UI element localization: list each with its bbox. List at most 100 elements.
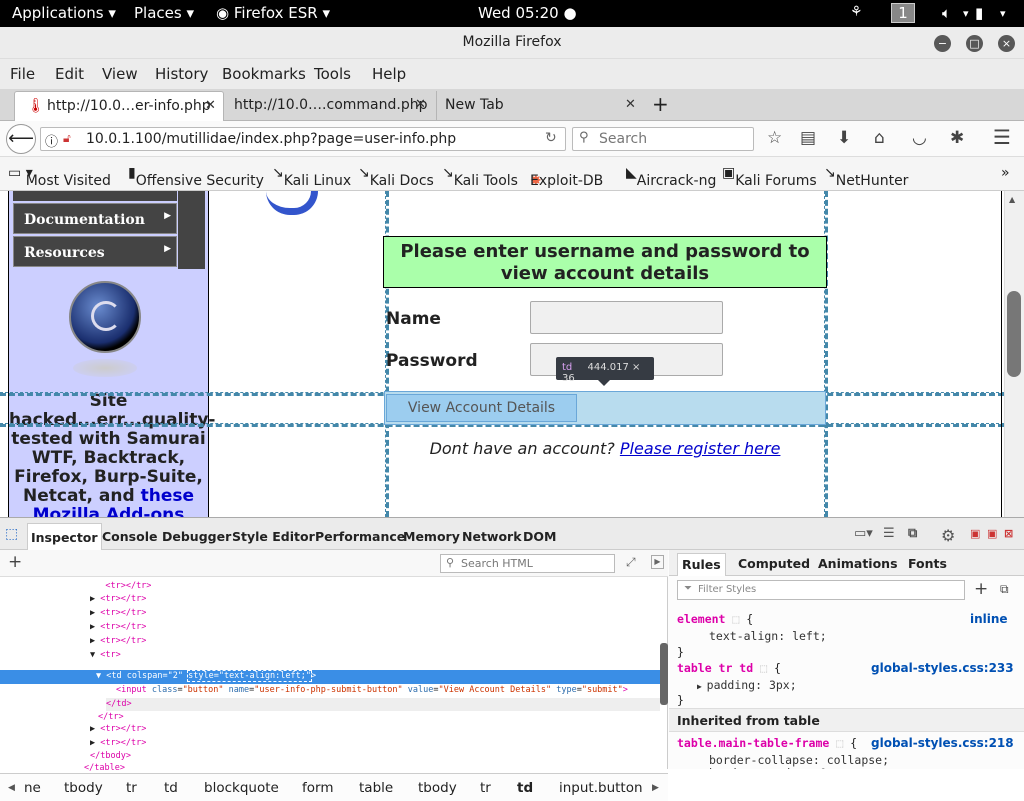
breadcrumb-item[interactable]: table	[359, 780, 393, 796]
markup-line[interactable]: </td>	[106, 698, 660, 711]
close-tab-icon[interactable]: ✕	[415, 97, 426, 112]
places-menu[interactable]: Places ▾	[134, 4, 194, 22]
menu-edit[interactable]: Edit	[55, 65, 84, 83]
markup-line[interactable]: ▶ <tr></tr>	[90, 723, 146, 736]
rule-selector[interactable]: table tr td ⬚ {	[677, 661, 781, 675]
maximize-button[interactable]: □	[966, 35, 983, 52]
bookmark-kali-tools[interactable]: ↘ Kali Tools	[442, 165, 518, 189]
pick-element-icon[interactable]: ⬚	[5, 526, 18, 542]
tab-fonts[interactable]: Fonts	[908, 556, 947, 571]
markup-scrollbar-thumb[interactable]	[660, 643, 668, 705]
applications-menu[interactable]: Applications ▾	[12, 4, 116, 22]
scroll-up-icon[interactable]: ▲	[1009, 195, 1015, 204]
reading-list-icon[interactable]: ▤	[800, 128, 816, 148]
rule-selector[interactable]: element ⬚ {	[677, 612, 753, 626]
breadcrumb-item[interactable]: td	[164, 780, 178, 796]
expand-pane-icon[interactable]: ▶	[651, 555, 664, 569]
add-node-icon[interactable]: +	[8, 552, 22, 572]
breadcrumb-item[interactable]: form	[302, 780, 333, 796]
search-input[interactable]: ⚲ Search	[572, 127, 754, 151]
markup-line[interactable]: ▶ <tr></tr>	[90, 607, 146, 620]
tab-command[interactable]: http://10.0….command.php ✕	[226, 91, 432, 121]
dock-bottom-icon[interactable]: ▣	[970, 527, 980, 540]
breadcrumb-item[interactable]: tr	[480, 780, 491, 796]
rule-property[interactable]: text-align: left;	[709, 629, 827, 643]
rule-source[interactable]: inline	[970, 612, 1008, 626]
tab-memory[interactable]: Memory	[403, 529, 460, 544]
breadcrumb-item[interactable]: tr	[126, 780, 137, 796]
sidebar-menu-item-top[interactable]	[13, 191, 177, 201]
markup-line[interactable]: </table>	[84, 762, 125, 772]
view-account-details-button[interactable]: View Account Details	[386, 394, 577, 422]
tab-rules[interactable]: Rules	[677, 553, 726, 576]
responsive-mode-icon[interactable]: ⧉	[908, 526, 917, 541]
info-icon[interactable]: ⓘ	[45, 131, 58, 150]
tab-animations[interactable]: Animations	[818, 556, 898, 571]
bookmark-kali-forums[interactable]: ▣ Kali Forums	[722, 165, 817, 189]
clock[interactable]: Wed 05:20 ●	[478, 4, 577, 22]
menu-tools[interactable]: Tools	[314, 65, 351, 83]
bookmark-offensive-security[interactable]: ▮ Offensive Security	[128, 165, 264, 189]
bookmark-most-visited[interactable]: ▭ Most Visited ▾	[8, 165, 111, 189]
filter-styles-input[interactable]: ⏷ Filter Styles	[677, 580, 965, 600]
menu-view[interactable]: View	[102, 65, 138, 83]
extension-icon[interactable]: ✱	[950, 128, 964, 148]
rule-property[interactable]: ▶ padding: 3px;	[697, 678, 797, 692]
home-icon[interactable]: ⌂	[874, 128, 885, 148]
markup-line[interactable]: ▶ <tr></tr>	[90, 593, 146, 606]
markup-line[interactable]: ▶ <tr></tr>	[90, 635, 146, 648]
markup-line[interactable]: <input class="button" name="user-info-ph…	[116, 684, 628, 697]
rule-source[interactable]: global-styles.css:218	[871, 736, 1014, 750]
add-rule-icon[interactable]: +	[974, 579, 988, 599]
firefox-app-menu[interactable]: ◉ Firefox ESR ▾	[216, 4, 330, 22]
menu-history[interactable]: History	[155, 65, 208, 83]
bookmarks-overflow-icon[interactable]: »	[1001, 165, 1010, 181]
eyedropper-icon[interactable]: ⤢	[626, 555, 636, 570]
owasp-logo[interactable]	[69, 281, 141, 353]
menu-chevron-icon[interactable]: ▾	[963, 7, 969, 20]
tab-debugger[interactable]: Debugger	[162, 529, 231, 544]
menu-file[interactable]: File	[10, 65, 35, 83]
tab-style-editor[interactable]: Style Editor	[232, 529, 315, 544]
breadcrumb-item[interactable]: tbody	[418, 780, 457, 796]
battery-icon[interactable]: ▮	[975, 4, 983, 22]
close-devtools-icon[interactable]: ⊠	[1004, 527, 1013, 540]
url-bar[interactable]: ⓘ 🔓︎ 10.0.1.100/mutillidae/index.php?pag…	[40, 127, 566, 151]
system-menu-chevron-icon[interactable]: ▾	[1000, 7, 1006, 20]
volume-icon[interactable]: 🔈︎	[942, 4, 951, 22]
menu-help[interactable]: Help	[372, 65, 406, 83]
tab-console[interactable]: Console	[102, 529, 157, 544]
page-scrollbar-thumb[interactable]	[1007, 291, 1021, 377]
tab-performance[interactable]: Performance	[315, 529, 405, 544]
breadcrumb-left-arrow-icon[interactable]: ◀	[8, 783, 15, 793]
menu-bookmarks[interactable]: Bookmarks	[222, 65, 306, 83]
dock-window-icon[interactable]: ▣	[987, 527, 997, 540]
split-console-icon[interactable]: ☰	[883, 526, 895, 541]
markup-line[interactable]: ▼ <tr>	[90, 649, 121, 662]
downloads-icon[interactable]: ⬇	[837, 128, 851, 148]
bookmark-kali-linux[interactable]: ↘ Kali Linux	[272, 165, 351, 189]
markup-line[interactable]: ▶ <tr></tr>	[90, 621, 146, 634]
tab-user-info[interactable]: 🌡︎ http://10.0…er-info.php ✕	[14, 91, 224, 122]
breadcrumb-item[interactable]: tbody	[64, 780, 103, 796]
rule-selector[interactable]: table.main-table-frame ⬚ {	[677, 736, 857, 750]
hamburger-menu-icon[interactable]: ☰	[993, 125, 1011, 149]
url-text[interactable]: 10.0.1.100/mutillidae/index.php?page=use…	[86, 131, 456, 147]
dock-side-icon[interactable]: ▭▾	[854, 526, 873, 541]
screen-recorder-icon[interactable]: ⚘	[850, 4, 863, 20]
tab-network[interactable]: Network	[462, 529, 522, 544]
sidebar-item-resources[interactable]: Resources ▶	[13, 236, 177, 267]
new-tab-button[interactable]: +	[652, 92, 669, 116]
close-window-button[interactable]: ×	[998, 35, 1015, 52]
bookmark-nethunter[interactable]: ↘ NetHunter	[824, 165, 908, 189]
breadcrumb-right-arrow-icon[interactable]: ▶	[652, 783, 659, 793]
register-link[interactable]: Please register here	[620, 439, 781, 458]
search-html-input[interactable]: ⚲ Search HTML	[440, 554, 615, 573]
bookmark-aircrack-ng[interactable]: ◣ Aircrack-ng	[626, 165, 716, 189]
minimize-button[interactable]: −	[934, 35, 951, 52]
insecure-lock-icon[interactable]: 🔓︎	[63, 131, 71, 146]
sidebar-item-documentation[interactable]: Documentation ▶	[13, 203, 177, 234]
username-input[interactable]	[530, 301, 723, 334]
back-button[interactable]: ⟵	[6, 124, 36, 154]
breadcrumb-item[interactable]: blockquote	[204, 780, 279, 796]
